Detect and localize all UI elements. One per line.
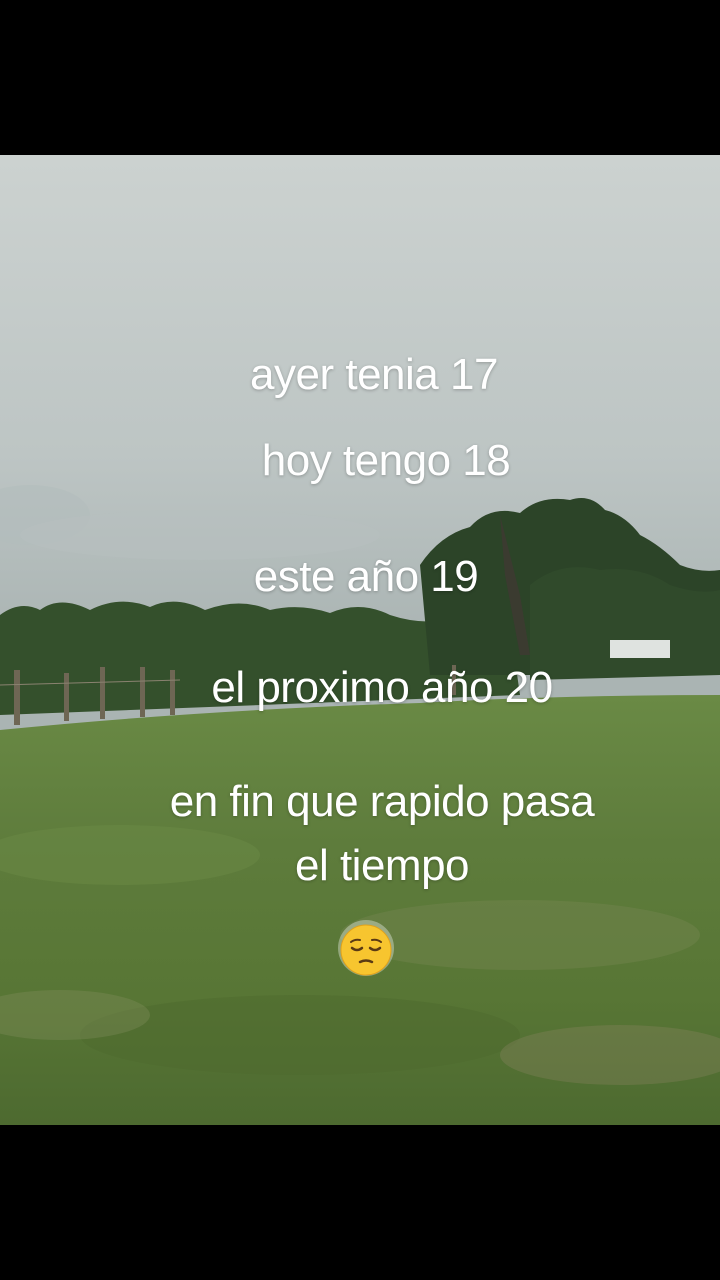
landscape-illustration (0, 155, 720, 1125)
caption-line-5: en fin que rapido pasa el tiempo (169, 777, 595, 890)
caption-line-4: el proximo año 20 (211, 663, 553, 712)
caption-line-1: ayer tenia 17 (250, 350, 498, 399)
story-viewer[interactable]: ayer tenia 17 hoy tengo 18 este año 19 e… (0, 0, 720, 1280)
letterbox-top (0, 0, 720, 155)
pensive-face-icon (336, 918, 396, 978)
caption-line-3: este año 19 (253, 552, 479, 601)
caption-line-2: hoy tengo 18 (261, 436, 511, 485)
letterbox-bottom (0, 1125, 720, 1280)
background-photo (0, 155, 720, 1125)
